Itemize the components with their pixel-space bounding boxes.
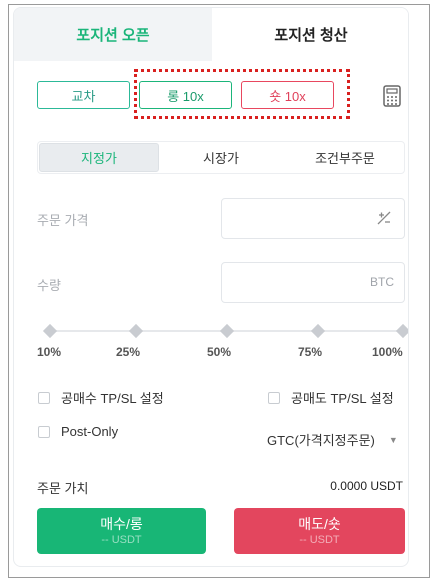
buy-button-label: 매수/롱 (100, 515, 143, 532)
margin-mode-button[interactable]: 교차 (37, 81, 130, 109)
quantity-label: 수량 (37, 278, 61, 293)
slider-mark-25[interactable] (128, 323, 144, 339)
calculator-icon[interactable] (382, 85, 402, 107)
slider-label-100: 100% (372, 345, 403, 359)
quantity-unit: BTC (370, 275, 394, 289)
price-input[interactable] (230, 199, 370, 238)
long-leverage-button[interactable]: 롱 10x (139, 81, 232, 109)
short-tpsl-label: 공매도 TP/SL 설정 (291, 391, 394, 406)
long-tpsl-checkbox[interactable]: 공매수 TP/SL 설정 (38, 388, 164, 407)
tab-market-order[interactable]: 시장가 (166, 143, 276, 172)
post-only-label: Post-Only (61, 424, 119, 439)
slider-label-50: 50% (207, 345, 232, 359)
buy-button-amount: -- USDT (101, 533, 142, 546)
price-field (221, 198, 405, 239)
price-label: 주문 가격 (37, 213, 89, 228)
slider-mark-75[interactable] (310, 323, 326, 339)
slider-mark-50[interactable] (219, 323, 235, 339)
slider-mark-10[interactable] (42, 323, 58, 339)
long-tpsl-label: 공매수 TP/SL 설정 (61, 391, 164, 406)
slider-label-25: 25% (116, 345, 141, 359)
sell-short-button[interactable]: 매도/숏 -- USDT (234, 508, 405, 554)
order-value-label: 주문 가치 (37, 481, 89, 496)
sell-button-amount: -- USDT (299, 533, 340, 546)
tab-open-position[interactable]: 포지션 오픈 (14, 8, 212, 61)
sell-button-label: 매도/숏 (298, 515, 341, 532)
tab-conditional-order[interactable]: 조건부주문 (286, 143, 404, 172)
plus-minus-icon[interactable] (376, 210, 392, 226)
position-tabs: 포지션 오픈 포지션 청산 (14, 8, 408, 61)
buy-long-button[interactable]: 매수/롱 -- USDT (37, 508, 206, 554)
checkbox[interactable] (268, 391, 280, 404)
tab-limit-order[interactable]: 지정가 (39, 143, 159, 172)
post-only-checkbox[interactable]: Post-Only (38, 424, 118, 439)
checkbox[interactable] (38, 425, 50, 438)
order-value-amount: 0.0000 USDT (330, 479, 403, 493)
slider-mark-100[interactable] (395, 323, 408, 339)
order-panel: 포지션 오픈 포지션 청산 교차 롱 10x 숏 10x 지정가 시장가 조건부… (13, 7, 409, 567)
quantity-field: BTC (221, 262, 405, 303)
short-tpsl-checkbox[interactable]: 공매도 TP/SL 설정 (268, 388, 394, 407)
tab-close-position[interactable]: 포지션 청산 (212, 8, 408, 61)
time-in-force-value: GTC(가격지정주문) (267, 433, 375, 448)
time-in-force-select[interactable]: GTC(가격지정주문) ▼ (267, 430, 398, 449)
order-type-selector: 지정가 시장가 조건부주문 (37, 141, 405, 174)
slider-label-10: 10% (37, 345, 62, 359)
short-leverage-button[interactable]: 숏 10x (241, 81, 334, 109)
checkbox[interactable] (38, 391, 50, 404)
quantity-input[interactable] (230, 263, 370, 302)
caret-down-icon: ▼ (388, 434, 398, 445)
quantity-slider[interactable] (42, 323, 408, 339)
slider-label-75: 75% (298, 345, 323, 359)
